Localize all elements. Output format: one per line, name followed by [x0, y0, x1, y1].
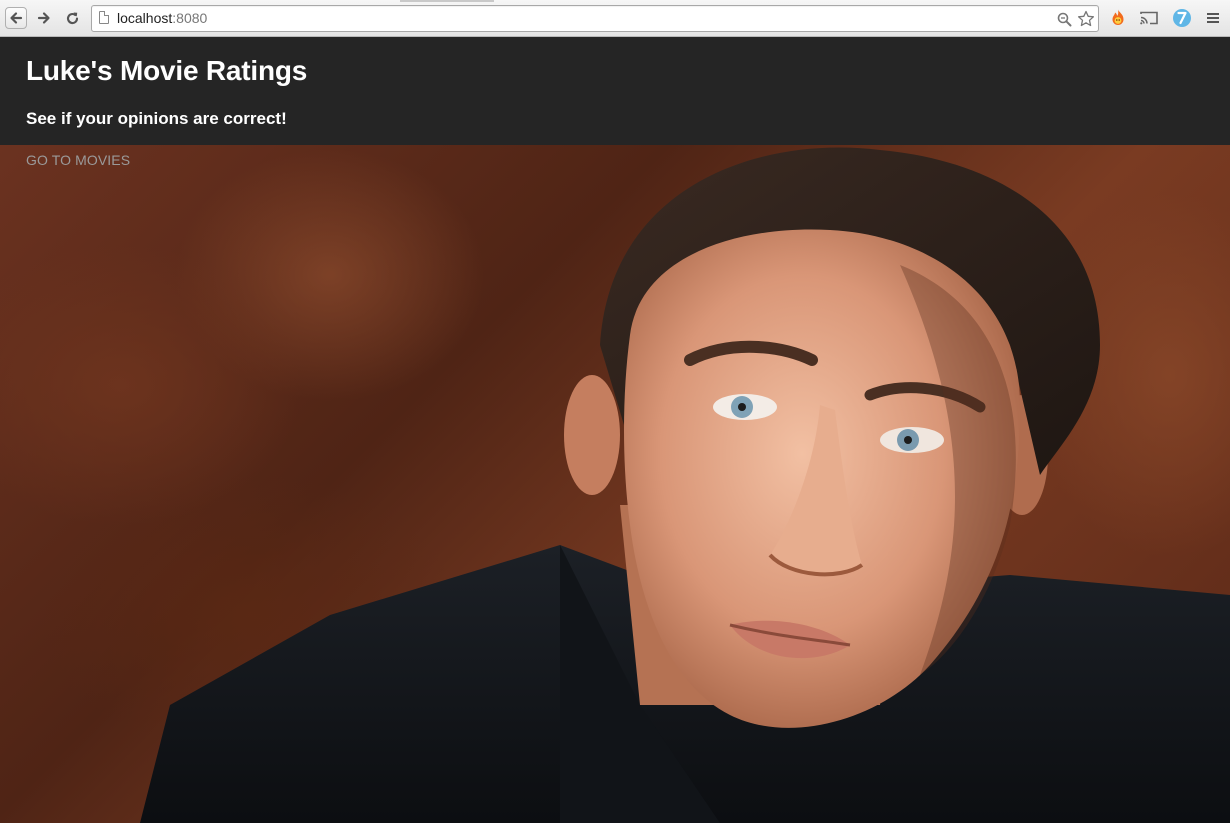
portrait-illustration	[140, 147, 1230, 823]
reload-button[interactable]	[61, 7, 83, 29]
reload-icon	[66, 12, 78, 24]
page-viewport: Luke's Movie Ratings See if your opinion…	[0, 37, 1230, 823]
tab-strip-edge	[400, 0, 494, 2]
site-title: Luke's Movie Ratings	[26, 55, 308, 86]
hamburger-menu-icon[interactable]	[1202, 7, 1224, 29]
hero-image: GO TO MOVIES	[0, 145, 1230, 823]
fire-extension-icon[interactable]	[1107, 7, 1129, 29]
page-icon	[99, 11, 109, 24]
go-to-movies-link[interactable]: GO TO MOVIES	[26, 152, 130, 168]
forward-button[interactable]	[33, 7, 55, 29]
cast-icon[interactable]	[1138, 7, 1160, 29]
blue-extension-icon[interactable]	[1171, 7, 1193, 29]
back-button[interactable]	[5, 7, 27, 29]
zoom-icon[interactable]	[1054, 9, 1074, 29]
star-icon[interactable]	[1076, 9, 1096, 29]
browser-toolbar: localhost:8080	[0, 0, 1230, 37]
site-header: Luke's Movie Ratings See if your opinion…	[0, 37, 1230, 145]
address-bar[interactable]: localhost:8080	[91, 5, 1099, 32]
url-text[interactable]: localhost:8080	[117, 10, 207, 27]
site-subtitle: See if your opinions are correct!	[26, 109, 287, 128]
forward-arrow-icon	[37, 12, 50, 24]
url-host: localhost	[117, 10, 173, 26]
back-arrow-icon	[10, 12, 23, 24]
url-port: :8080	[172, 10, 208, 26]
